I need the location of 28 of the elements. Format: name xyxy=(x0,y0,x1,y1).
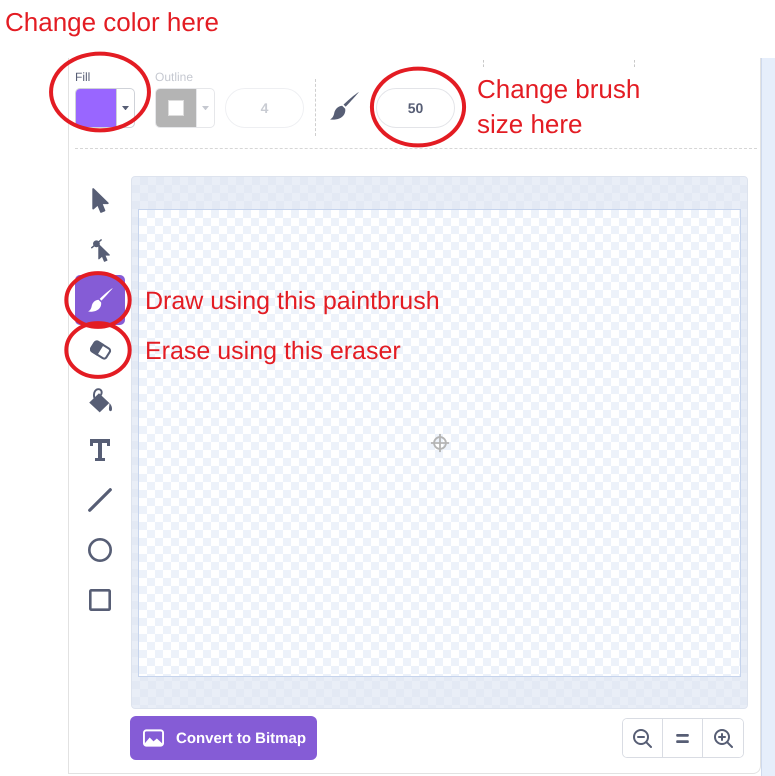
callout-text: Draw using this paintbrush xyxy=(145,286,440,317)
fill-label: Fill xyxy=(75,70,92,84)
zoom-in-icon xyxy=(714,728,732,748)
paintbrush-icon xyxy=(330,92,359,120)
fill-color-picker[interactable] xyxy=(75,88,135,128)
paintbrush-icon xyxy=(88,288,112,312)
image-icon xyxy=(143,729,164,747)
crosshair-icon xyxy=(430,433,450,453)
eraser-icon xyxy=(88,339,112,361)
square-icon xyxy=(89,589,111,611)
callout-text: Change color here xyxy=(5,6,219,39)
node-pointer-icon xyxy=(90,238,110,262)
text-icon xyxy=(90,439,110,461)
callout-text: Change brush size here xyxy=(477,73,642,141)
line-icon xyxy=(88,488,112,512)
caret-icon xyxy=(122,106,129,110)
caret-icon xyxy=(202,106,209,110)
outline-label: Outline xyxy=(155,70,194,84)
brush-size-field[interactable]: 50 xyxy=(376,88,455,128)
circle-icon xyxy=(88,538,112,562)
zoom-out-icon xyxy=(633,728,652,748)
paint-bucket-icon xyxy=(88,388,112,412)
equals-icon xyxy=(676,734,689,742)
outline-swatch-icon xyxy=(156,89,196,127)
zoom-out-button[interactable] xyxy=(623,719,663,757)
callout-text: Erase using this eraser xyxy=(145,336,401,367)
pointer-icon xyxy=(92,188,108,212)
convert-button[interactable]: Convert to Bitmap xyxy=(130,716,318,760)
